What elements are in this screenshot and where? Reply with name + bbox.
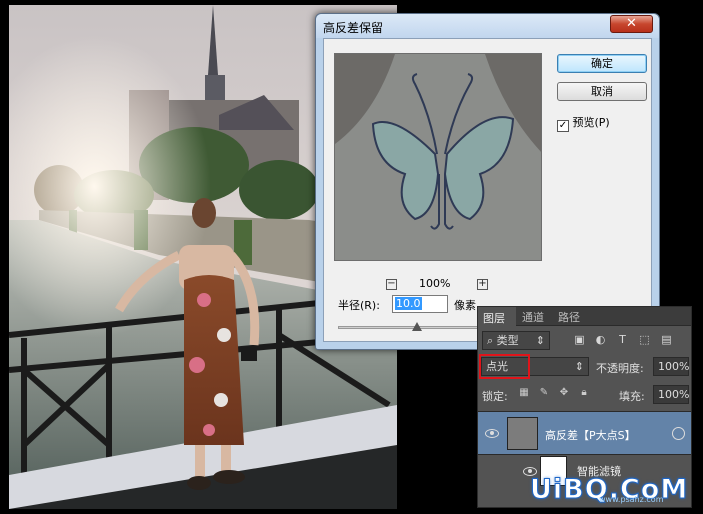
pixel-filter-icon[interactable]: ▣ (573, 333, 586, 346)
layer-filter-select[interactable]: ⌕ 类型 ⇕ (482, 331, 550, 350)
fill-label: 填充: (619, 390, 645, 403)
radius-slider-track[interactable] (338, 326, 484, 329)
updown-icon: ⇕ (535, 334, 545, 347)
radius-value: 10.0 (395, 297, 422, 310)
smart-object-icon (672, 427, 685, 440)
filter-preview[interactable] (334, 53, 542, 261)
adjustment-filter-icon[interactable]: ◐ (594, 333, 607, 346)
radius-slider-thumb[interactable] (412, 322, 422, 331)
opacity-label: 不透明度: (596, 362, 644, 375)
preview-label: 预览(P) (572, 116, 610, 129)
ok-button[interactable]: 确定 (557, 54, 647, 73)
high-pass-dialog: 高反差保留 ✕ − 100% + 确定 取消 ✓ 预览(P) 半径(R): 10… (315, 13, 660, 350)
preview-checkbox[interactable]: ✓ 预览(P) (557, 114, 610, 132)
tab-paths[interactable]: 路径 (558, 309, 580, 325)
checkbox-check-icon: ✓ (557, 120, 569, 132)
fill-input[interactable]: 100% (653, 385, 689, 404)
smart-object-filter-icon[interactable]: ▤ (660, 333, 673, 346)
dialog-title: 高反差保留 (323, 21, 384, 35)
type-filter-icon[interactable]: T (616, 333, 629, 346)
updown-icon: ⇕ (574, 360, 584, 373)
close-button[interactable]: ✕ (610, 15, 653, 33)
layer-row-selected[interactable]: 高反差【P大点S】 (478, 411, 691, 455)
watermark-url: www.psahz.com (599, 495, 664, 504)
radius-label: 半径(R): (338, 299, 380, 312)
zoom-out-button[interactable]: − (386, 279, 397, 290)
lock-transparent-icon[interactable]: ▦ (518, 387, 530, 399)
tab-channels[interactable]: 通道 (522, 309, 544, 325)
opacity-input[interactable]: 100% (653, 357, 689, 376)
zoom-in-button[interactable]: + (477, 279, 488, 290)
lock-image-icon[interactable]: ✎ (538, 387, 550, 399)
radius-input[interactable]: 10.0 (392, 295, 448, 313)
shape-filter-icon[interactable]: ⬚ (638, 333, 651, 346)
search-icon: ⌕ (487, 334, 497, 347)
filter-label: 类型 (496, 334, 519, 347)
dialog-client: − 100% + 确定 取消 ✓ 预览(P) 半径(R): 10.0 像素 (323, 38, 652, 342)
dialog-titlebar[interactable]: 高反差保留 ✕ (316, 14, 659, 38)
cancel-button[interactable]: 取消 (557, 82, 647, 101)
zoom-value: 100% (419, 277, 451, 290)
tab-layers[interactable]: 图层 (478, 307, 516, 326)
panel-tabs: 图层 通道 路径 (478, 307, 691, 326)
radius-unit: 像素 (454, 299, 476, 312)
blend-mode-highlight (479, 354, 530, 379)
layer-thumbnail (507, 417, 538, 450)
visibility-eye-icon[interactable] (485, 429, 499, 438)
lock-all-icon[interactable]: 🔒︎ (578, 387, 590, 399)
lock-position-icon[interactable]: ✥ (558, 387, 570, 399)
lock-label: 锁定: (482, 390, 508, 403)
layer-name[interactable]: 高反差【P大点S】 (545, 427, 636, 443)
